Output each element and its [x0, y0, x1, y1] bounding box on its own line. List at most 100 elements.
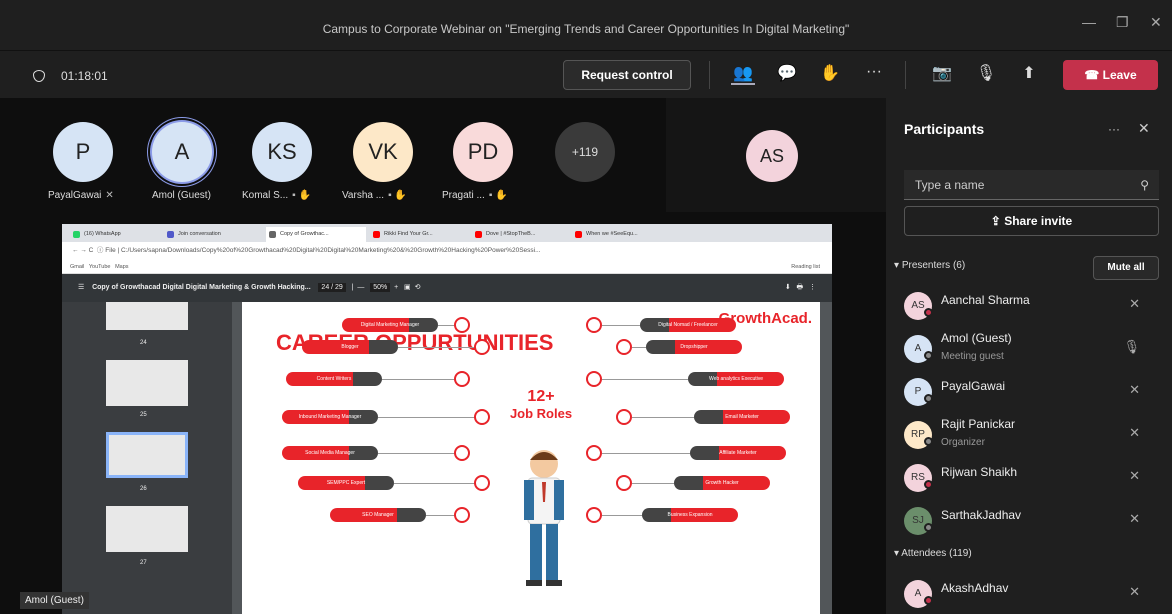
connector-line [602, 379, 688, 380]
video-tile: AS [666, 98, 886, 212]
meeting-timer: 01:18:01 [33, 69, 108, 83]
leave-button[interactable]: ☎ Leave [1063, 60, 1158, 90]
browser-tab[interactable]: When we #SeeEqu... [572, 227, 670, 242]
mute-all-button[interactable]: Mute all [1093, 256, 1159, 280]
more-options-icon[interactable]: ··· [1108, 122, 1120, 136]
participant-row[interactable]: SJ SarthakJadhav ✕ [904, 503, 1164, 539]
avatar-name-text: Pragati ... [442, 190, 485, 201]
presence-status-icon [924, 308, 933, 317]
page-thumbnail[interactable] [106, 360, 188, 406]
mic-on-icon[interactable]: 🎙 [1123, 339, 1140, 355]
browser-tab[interactable]: (16) WhatsApp [70, 227, 158, 242]
reading-list[interactable]: Reading list [791, 260, 820, 274]
zoom-level[interactable]: 50% [370, 283, 391, 292]
presence-status-icon [924, 437, 933, 446]
share-screen-icon[interactable]: ⬆ [1017, 63, 1041, 83]
presence-status-icon [924, 596, 933, 605]
presenters-header[interactable]: ▾ Presenters (6) [894, 260, 965, 271]
bookmark-youtube[interactable]: YouTube [89, 264, 111, 270]
mic-off-icon: ▪ ✋ [388, 190, 407, 201]
share-invite-button[interactable]: ⇪ Share invite [904, 206, 1159, 236]
role-circle [474, 475, 490, 491]
page-thumbnail[interactable] [106, 302, 188, 330]
page-thumbnail-selected[interactable] [106, 432, 188, 478]
role-pill: Digital Nomad / Freelancer [640, 318, 736, 332]
role-pill: Inbound Marketing Manager [282, 410, 378, 424]
pdf-actions[interactable]: ⬇ 🖶 ⋮ [785, 274, 816, 302]
browser-tab[interactable]: Copy of Growthac... [266, 227, 366, 242]
participant-row[interactable]: A AkashAdhav ✕ [904, 576, 1164, 612]
browser-tab[interactable]: Rikki Find Your Gr... [370, 227, 468, 242]
address-bar[interactable]: ← → C ⓘ File | C:/Users/sapna/Downloads/… [62, 242, 832, 260]
browser-tab[interactable]: Dove | #StopTheB... [472, 227, 568, 242]
bookmark-maps[interactable]: Maps [115, 264, 128, 270]
connector-line [378, 417, 482, 418]
chrome-icon [269, 231, 276, 238]
tab-label: Rikki Find Your Gr... [384, 231, 433, 237]
mic-off-icon[interactable]: ✕ [1129, 511, 1140, 527]
close-window-button[interactable]: ✕ [1150, 14, 1162, 31]
thumbnail-sidebar: 24 25 26 27 [62, 302, 232, 614]
page-thumbnail[interactable] [106, 506, 188, 552]
mic-off-icon[interactable]: ✕ [1129, 296, 1140, 312]
job-count: 12+ Job Roles [494, 388, 588, 421]
panel-title: Participants [904, 121, 985, 137]
role-pill: Social Media Manager [282, 446, 378, 460]
page-indicator[interactable]: 24 / 29 [318, 283, 346, 292]
role-pill: Content Writers [286, 372, 382, 386]
participant-name: AkashAdhav [941, 581, 1009, 595]
participant-row[interactable]: RP Rajit Panickar Organizer ✕ [904, 417, 1164, 453]
close-panel-icon[interactable]: ✕ [1138, 120, 1150, 137]
role-pill: Business Expansion [642, 508, 738, 522]
maximize-button[interactable]: ❐ [1116, 14, 1129, 31]
bookmark-gmail[interactable]: Gmail [70, 264, 84, 270]
timer-text: 01:18:01 [61, 69, 108, 83]
role-pill: Affiliate Marketer [690, 446, 786, 460]
role-pill: Dropshipper [646, 340, 742, 354]
avatar-aanchal[interactable]: AS [746, 130, 798, 182]
mic-off-icon[interactable]: ✕ [1129, 468, 1140, 484]
participants-panel: Participants ··· ✕ Type a name ⚲ ⇪ Share … [886, 98, 1172, 614]
menu-icon[interactable]: ☰ [78, 284, 84, 291]
avatar-payal[interactable]: P [53, 122, 113, 182]
participant-row[interactable]: P PayalGawai ✕ [904, 374, 1164, 410]
participant-row[interactable]: AS Aanchal Sharma ✕ [904, 288, 1164, 324]
pdf-toolbar: ☰ Copy of Growthacad Digital Digital Mar… [62, 274, 832, 302]
participant-row[interactable]: A Amol (Guest) Meeting guest 🎙 [904, 331, 1164, 367]
role-pill: Web analytics Executive [688, 372, 784, 386]
role-pill: Blogger [302, 340, 398, 354]
avatar-amol[interactable]: A [152, 122, 212, 182]
avatar-name: Amol (Guest) [152, 190, 211, 201]
role-circle [616, 409, 632, 425]
minimize-button[interactable]: — [1082, 14, 1096, 30]
mic-off-icon[interactable]: 🎙 [974, 63, 998, 83]
role-circle [586, 507, 602, 523]
pdf-viewer: 24 25 26 27 CAREER OPPURTUNITIES GrowthA… [62, 302, 832, 614]
browser-tab[interactable]: Join conversation [164, 227, 258, 242]
avatar-varsha[interactable]: VK [353, 122, 413, 182]
chat-icon[interactable]: 💬 [775, 63, 799, 83]
avatar-komal[interactable]: KS [252, 122, 312, 182]
avatar-name-text: Komal S... [242, 190, 289, 201]
attendees-header[interactable]: ▾ Attendees (119) [894, 548, 972, 559]
more-actions-icon[interactable]: ··· [862, 63, 886, 81]
react-icon[interactable]: ✋ [818, 63, 842, 83]
participant-row[interactable]: RS Rijwan Shaikh ✕ [904, 460, 1164, 496]
request-control-button[interactable]: Request control [563, 60, 691, 90]
people-icon[interactable]: 👥 [731, 63, 755, 85]
presence-status-icon [924, 351, 933, 360]
overflow-avatars[interactable]: +119 [555, 122, 615, 182]
window-title: Campus to Corporate Webinar on "Emerging… [322, 22, 850, 36]
search-placeholder: Type a name [915, 178, 985, 192]
mic-off-icon[interactable]: ✕ [1129, 382, 1140, 398]
connector-line [398, 347, 482, 348]
avatar-pragati[interactable]: PD [453, 122, 513, 182]
avatar-name: Komal S... ▪ ✋ [242, 190, 311, 201]
search-input[interactable]: Type a name ⚲ [904, 170, 1159, 200]
mic-off-icon[interactable]: ✕ [1129, 584, 1140, 600]
camera-off-icon[interactable]: 📷 [930, 63, 954, 83]
meeting-toolbar: 01:18:01 Request control 👥 💬 ✋ ··· 📷 🎙 ⬆… [0, 50, 1172, 98]
role-circle [454, 317, 470, 333]
attendees-label: Attendees (119) [901, 548, 972, 559]
mic-off-icon[interactable]: ✕ [1129, 425, 1140, 441]
